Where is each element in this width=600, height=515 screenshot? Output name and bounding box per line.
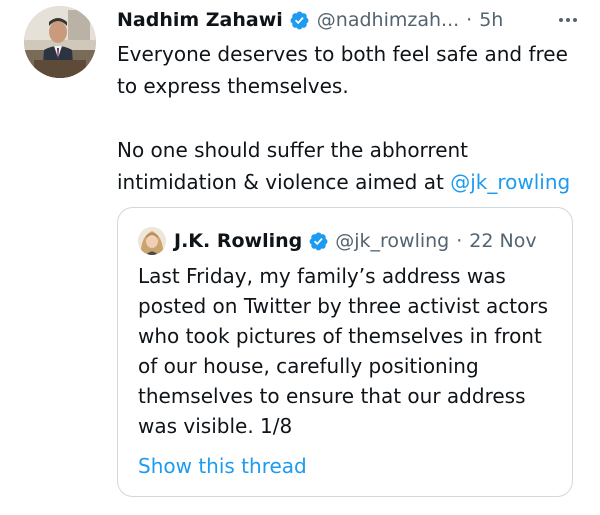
verified-badge-icon xyxy=(289,10,310,31)
tweet-paragraph-2: No one should suffer the abhorrent intim… xyxy=(117,134,587,198)
tweet-paragraph-2-text: No one should suffer the abhorrent intim… xyxy=(117,138,469,194)
quoted-author-avatar[interactable] xyxy=(138,227,166,255)
quoted-tweet-header: J.K. Rowling @jk_rowling · 22 Nov xyxy=(138,226,560,256)
tweet-paragraph-1: Everyone deserves to both feel safe and … xyxy=(117,42,568,98)
quoted-author-name[interactable]: J.K. Rowling xyxy=(174,230,302,252)
author-avatar-image xyxy=(24,6,96,78)
quoted-tweet-date[interactable]: 22 Nov xyxy=(469,230,536,252)
tweet-header: Nadhim Zahawi @nadhimzah... · 5h xyxy=(117,6,580,34)
author-handle[interactable]: @nadhimzah... xyxy=(317,9,459,31)
separator-dot: · xyxy=(466,9,473,31)
tweet-timestamp[interactable]: 5h xyxy=(479,9,503,31)
quoted-tweet[interactable]: J.K. Rowling @jk_rowling · 22 Nov Last F… xyxy=(117,207,573,497)
mention-link[interactable]: @jk_rowling xyxy=(450,170,570,194)
show-thread-link[interactable]: Show this thread xyxy=(138,451,307,481)
author-avatar[interactable] xyxy=(24,6,96,78)
tweet-text: Everyone deserves to both feel safe and … xyxy=(117,38,587,198)
quoted-tweet-text: Last Friday, my family’s address was pos… xyxy=(138,264,548,438)
author-name[interactable]: Nadhim Zahawi xyxy=(117,9,283,31)
more-dots-icon[interactable] xyxy=(556,8,580,37)
verified-badge-icon xyxy=(308,231,329,252)
quoted-author-handle[interactable]: @jk_rowling xyxy=(335,230,449,252)
separator-dot: · xyxy=(456,230,463,252)
